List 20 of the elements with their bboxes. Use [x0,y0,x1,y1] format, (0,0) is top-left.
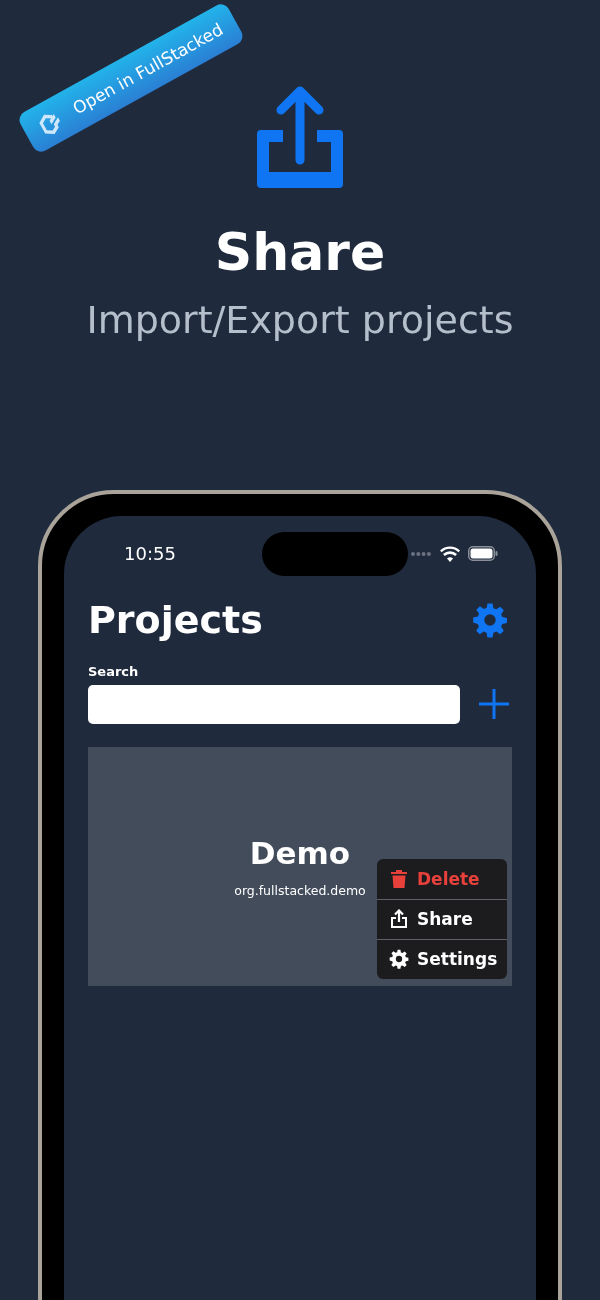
project-id: org.fullstacked.demo [234,882,366,898]
share-icon [389,909,409,930]
wifi-icon [440,545,460,562]
settings-icon[interactable] [472,601,508,638]
page-title: Projects [88,597,263,642]
menu-item[interactable]: Share [377,898,507,939]
signal-icon [410,550,432,557]
hero-title: Share [214,226,386,278]
menu-item[interactable]: Delete [377,858,507,899]
project-title: Demo [249,834,351,871]
gear-icon[interactable] [389,949,409,970]
battery-icon [468,546,498,562]
project-card[interactable]: Demo org.fullstacked.demo Delete Share Settings [88,746,512,986]
search-field[interactable] [88,684,460,724]
hero-subtitle: Import/Export projects [86,300,514,342]
menu-item[interactable]: Settings [377,938,507,979]
share-icon [257,84,343,188]
search-label: Search [88,663,139,679]
trash-icon [389,868,409,889]
status-time: 10:55 [124,543,177,565]
